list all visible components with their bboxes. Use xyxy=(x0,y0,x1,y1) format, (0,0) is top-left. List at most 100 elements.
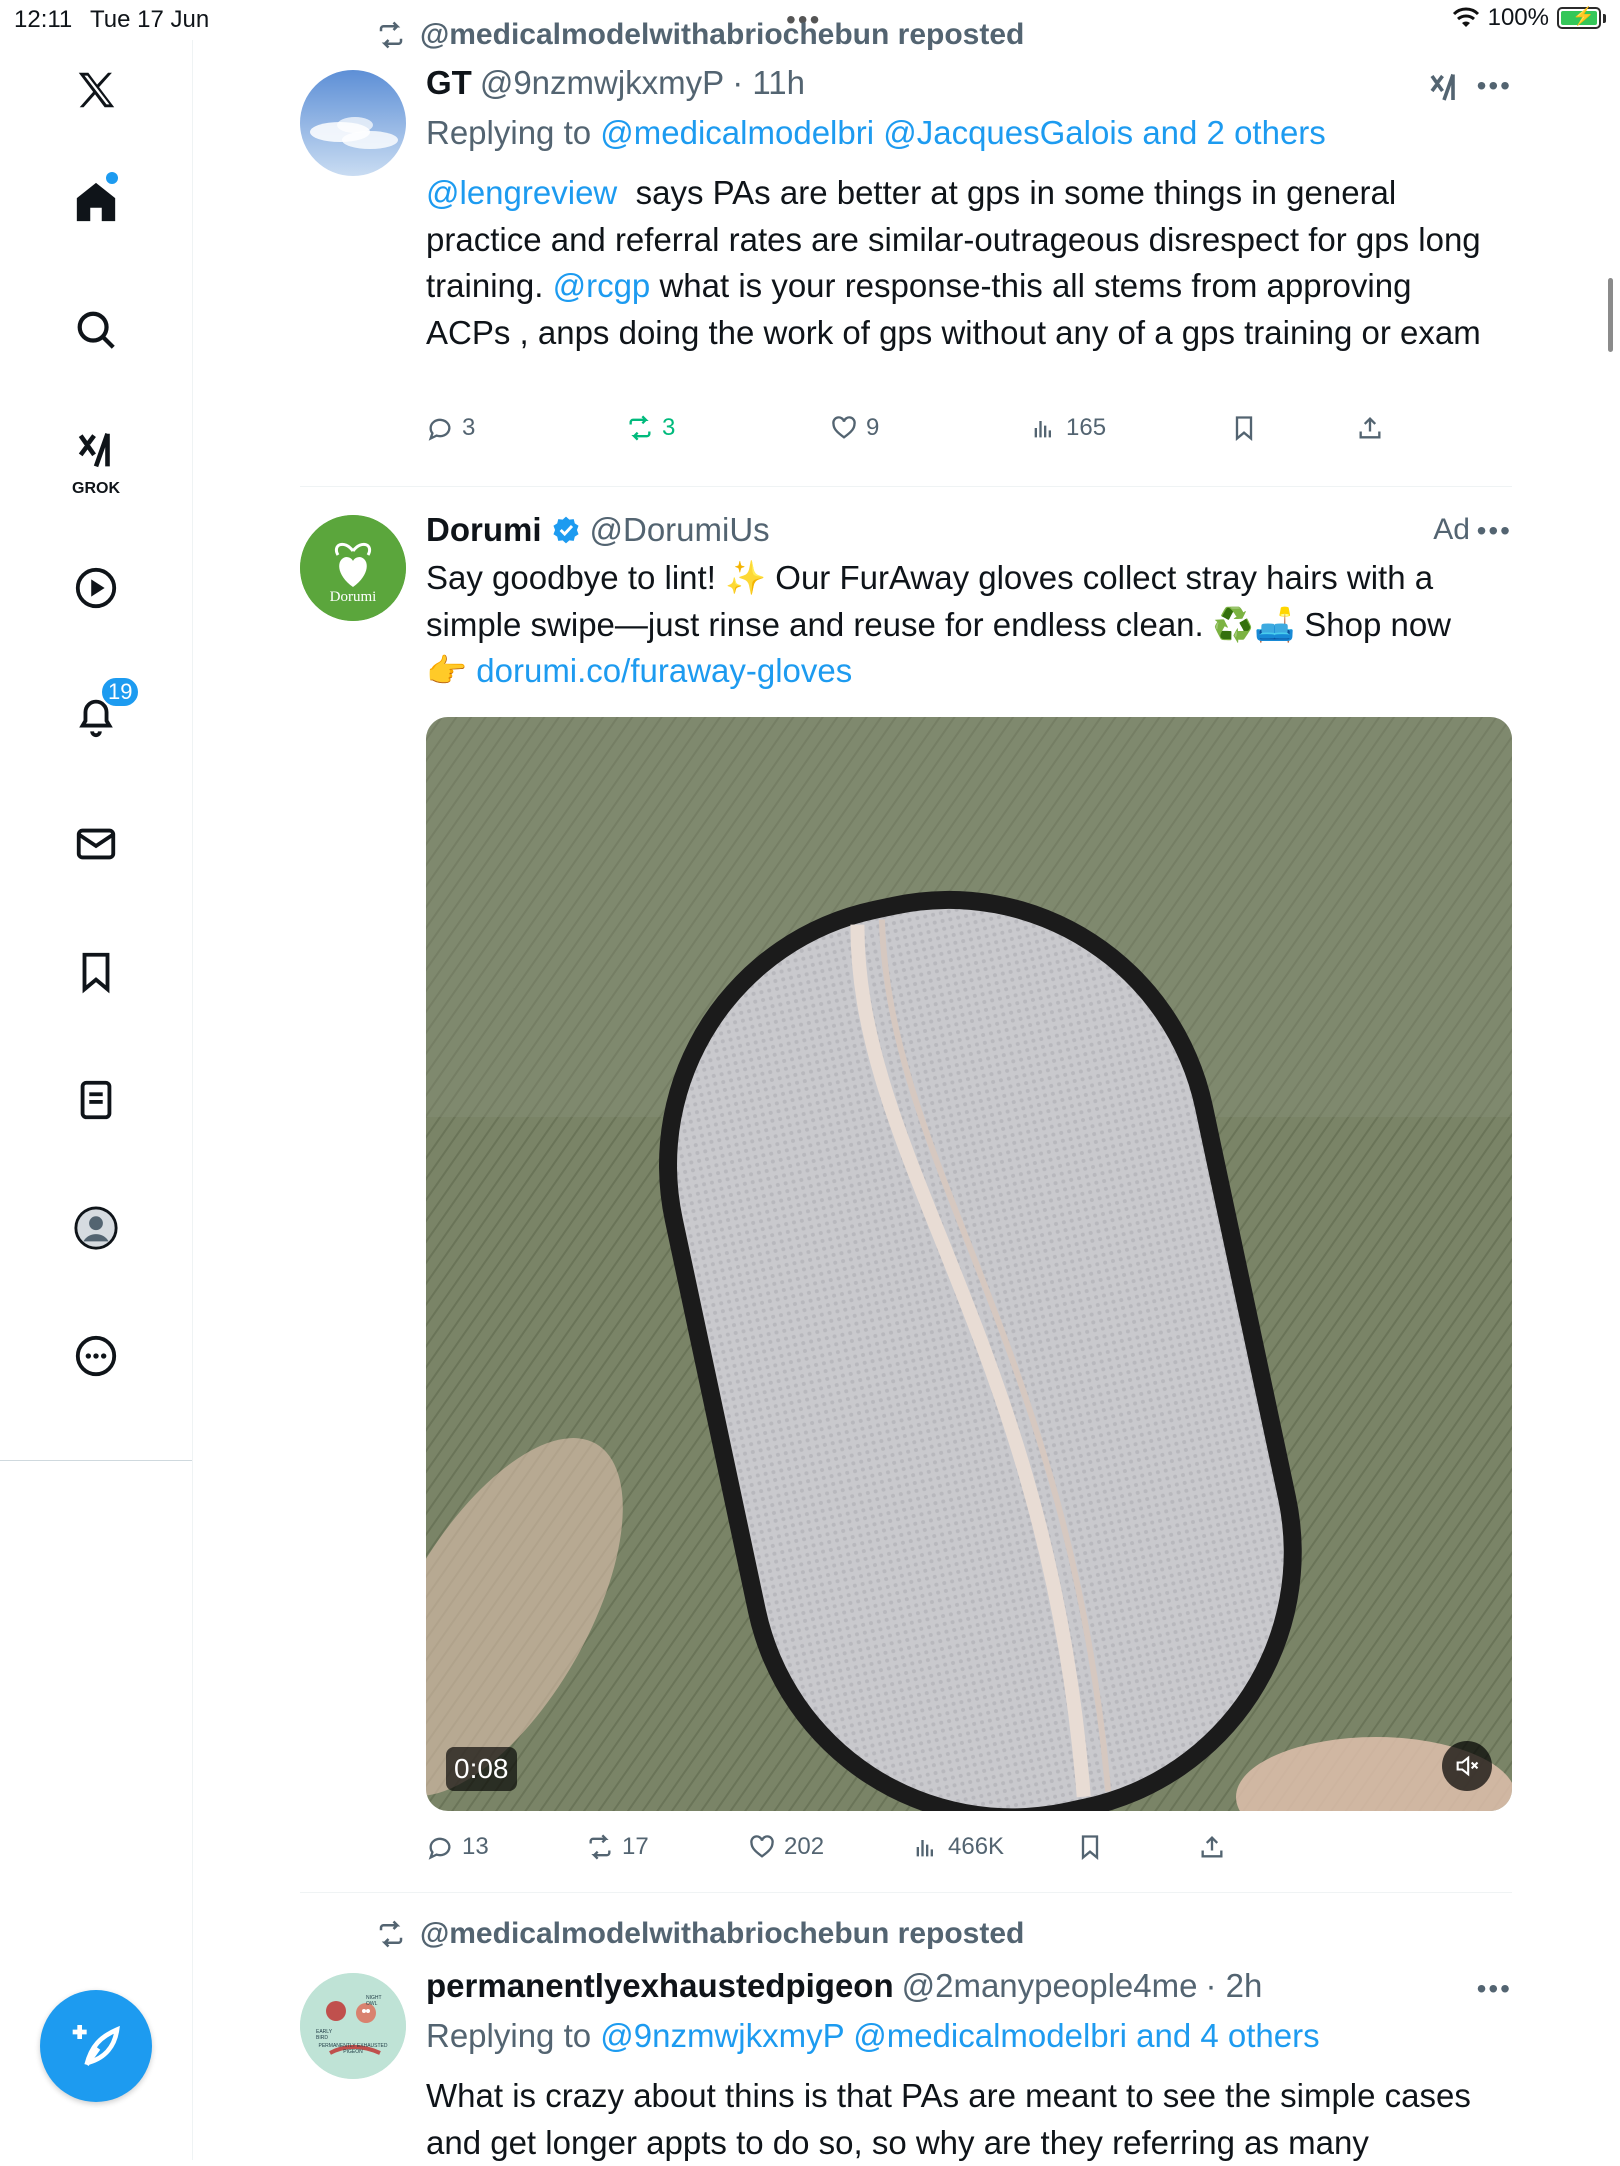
more-circle-icon xyxy=(75,1335,117,1377)
like-button[interactable]: 202 xyxy=(748,1833,824,1861)
avatar[interactable]: Dorumi xyxy=(300,515,406,621)
ad-link[interactable]: dorumi.co/furaway-gloves xyxy=(476,652,852,689)
display-name[interactable]: permanentlyexhaustedpigeon xyxy=(426,1967,894,2005)
repost-button[interactable]: 17 xyxy=(586,1833,649,1861)
sidebar-item-video[interactable] xyxy=(0,548,192,628)
repost-by[interactable]: @medicalmodelwithabriochebun reposted xyxy=(420,18,1024,52)
bookmark-button[interactable] xyxy=(1076,1833,1104,1861)
avatar-wordmark: Dorumi xyxy=(329,589,377,605)
reply-button[interactable]: 13 xyxy=(426,1833,489,1861)
battery-icon: ⚡ xyxy=(1557,6,1601,29)
avatar[interactable] xyxy=(300,70,406,176)
like-count: 9 xyxy=(866,414,880,441)
sidebar-item-bookmarks[interactable] xyxy=(0,932,192,1012)
play-circle-icon xyxy=(75,567,117,609)
post-header: GT @9nzmwjkxmyP · 11h xyxy=(426,64,805,102)
post-header: Dorumi @DorumiUs xyxy=(426,511,770,549)
handle[interactable]: @9nzmwjkxmyP xyxy=(480,64,724,102)
replying-to-users[interactable]: @medicalmodelbri @JacquesGalois and 2 ot… xyxy=(600,114,1326,151)
quill-plus-icon xyxy=(72,2025,120,2067)
repost-by[interactable]: @medicalmodelwithabriochebun reposted xyxy=(420,1917,1024,1951)
mention-lengreview[interactable]: @lengreview xyxy=(426,174,617,211)
replying-to-users[interactable]: @9nzmwjkxmyP @medicalmodelbri and 4 othe… xyxy=(600,2017,1319,2054)
scrollbar[interactable] xyxy=(1608,278,1613,352)
post-header: permanentlyexhaustedpigeon @2manypeople4… xyxy=(426,1967,1262,2005)
bookmark-button[interactable] xyxy=(1230,414,1258,442)
reply-button[interactable]: 3 xyxy=(426,414,475,442)
avatar-label-pigeon: PERMANENTLY EXHAUSTED PIGEON xyxy=(318,2043,388,2055)
reply-icon xyxy=(428,418,451,441)
display-name[interactable]: Dorumi xyxy=(426,511,542,549)
share-icon xyxy=(1201,1836,1223,1858)
share-button[interactable] xyxy=(1198,1833,1226,1861)
handle[interactable]: @2manypeople4me xyxy=(902,1967,1198,2005)
ad-video[interactable]: 0:08 xyxy=(426,717,1512,1811)
avatar[interactable]: NIGHT OWL EARLY BIRD PERMANENTLY EXHAUST… xyxy=(300,1973,406,2079)
heart-icon xyxy=(750,1835,774,1858)
timestamp[interactable]: · 2h xyxy=(1205,1967,1262,2005)
more-options-icon[interactable]: ••• xyxy=(1477,515,1512,547)
clock: 12:11 xyxy=(14,6,73,33)
like-button[interactable]: 9 xyxy=(830,414,879,442)
sidebar-item-messages[interactable] xyxy=(0,804,192,884)
like-count: 202 xyxy=(784,1833,825,1860)
sidebar: GROK 19 xyxy=(0,40,193,2160)
grok-icon[interactable] xyxy=(1426,70,1462,106)
notification-badge: 19 xyxy=(100,676,141,708)
date: Tue 17 Jun xyxy=(90,6,210,33)
post-text: @lengreview says PAs are better at gps i… xyxy=(426,174,1490,351)
more-options-icon[interactable]: ••• xyxy=(1477,1973,1512,2005)
handle[interactable]: @DorumiUs xyxy=(590,511,770,549)
sidebar-item-home[interactable] xyxy=(0,162,192,242)
repost-indicator: @medicalmodelwithabriochebun reposted xyxy=(376,18,1024,52)
repost-button[interactable]: 3 xyxy=(626,414,675,442)
reply-icon xyxy=(428,1837,451,1860)
timestamp[interactable]: · 11h xyxy=(732,64,805,102)
views-icon xyxy=(1034,421,1051,438)
sidebar-item-grok[interactable]: GROK xyxy=(0,420,192,500)
grok-label: GROK xyxy=(72,480,120,497)
x-logo-icon[interactable] xyxy=(0,50,192,130)
compose-post-button[interactable] xyxy=(40,1990,152,2102)
wifi-icon xyxy=(1452,7,1479,27)
home-icon xyxy=(76,182,116,222)
avatar-label-early-bird: EARLY BIRD xyxy=(316,2029,332,2041)
grok-icon xyxy=(78,432,110,468)
sidebar-item-search[interactable] xyxy=(0,290,192,370)
bookmark-icon xyxy=(1081,1835,1099,1860)
sidebar-item-lists[interactable] xyxy=(0,1060,192,1140)
post-divider xyxy=(300,1892,1512,1893)
repost-icon xyxy=(379,1920,403,1948)
sidebar-item-more[interactable] xyxy=(0,1316,192,1396)
ad-label: Ad xyxy=(1433,513,1470,546)
views-button[interactable]: 165 xyxy=(1030,414,1106,442)
repost-count: 17 xyxy=(622,1833,649,1860)
share-button[interactable] xyxy=(1356,414,1384,442)
replying-to: Replying to @9nzmwjkxmyP @medicalmodelbr… xyxy=(426,2017,1320,2054)
views-button[interactable]: 466K xyxy=(912,1833,1004,1861)
profile-avatar-icon xyxy=(74,1206,118,1250)
post-text: What is crazy about thins is that PAs ar… xyxy=(426,2077,1471,2161)
speaker-muted-icon xyxy=(1456,1755,1479,1777)
sidebar-item-notifications[interactable]: 19 xyxy=(0,676,192,756)
battery-percent: 100% xyxy=(1487,4,1549,31)
post-actions: 13 17 202 466K xyxy=(426,1833,1426,1873)
bookmark-icon xyxy=(1235,416,1253,441)
mention-rcgp[interactable]: @rcgp xyxy=(553,267,651,304)
repost-icon xyxy=(589,1834,611,1860)
reply-count: 13 xyxy=(462,1833,489,1860)
repost-indicator: @medicalmodelwithabriochebun reposted xyxy=(376,1917,1024,1951)
envelope-icon xyxy=(76,828,116,860)
verified-badge-icon xyxy=(552,516,579,544)
bookmark-icon xyxy=(82,952,110,994)
repost-icon xyxy=(379,21,403,49)
more-options-icon[interactable]: ••• xyxy=(1477,70,1512,102)
sidebar-item-profile[interactable] xyxy=(0,1188,192,1268)
video-time: 0:08 xyxy=(446,1747,517,1791)
status-indicators: 100% ⚡ xyxy=(1452,4,1606,32)
display-name[interactable]: GT xyxy=(426,64,472,102)
view-count: 466K xyxy=(948,1833,1005,1860)
home-unread-dot xyxy=(106,172,118,184)
mute-button[interactable] xyxy=(1442,1741,1492,1791)
replying-to: Replying to @medicalmodelbri @JacquesGal… xyxy=(426,114,1326,151)
